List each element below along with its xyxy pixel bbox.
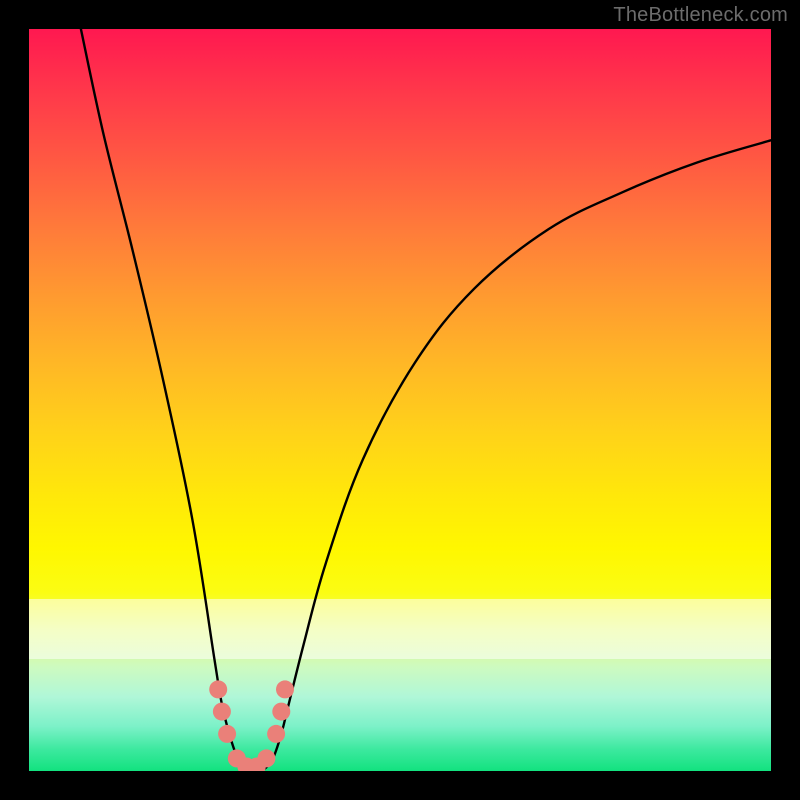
curve-marker	[267, 725, 285, 743]
chart-frame	[29, 29, 771, 771]
curve-marker	[272, 703, 290, 721]
curve-marker	[257, 749, 275, 767]
curve-marker	[213, 703, 231, 721]
curve-marker	[276, 680, 294, 698]
curve-marker	[228, 749, 246, 767]
bottleneck-curve	[29, 29, 771, 771]
curve-marker	[218, 725, 236, 743]
curve-marker	[237, 758, 255, 772]
curve-marker	[209, 680, 227, 698]
curve-marker	[248, 758, 266, 772]
watermark-text: TheBottleneck.com	[613, 4, 788, 27]
highlight-band	[29, 599, 771, 659]
